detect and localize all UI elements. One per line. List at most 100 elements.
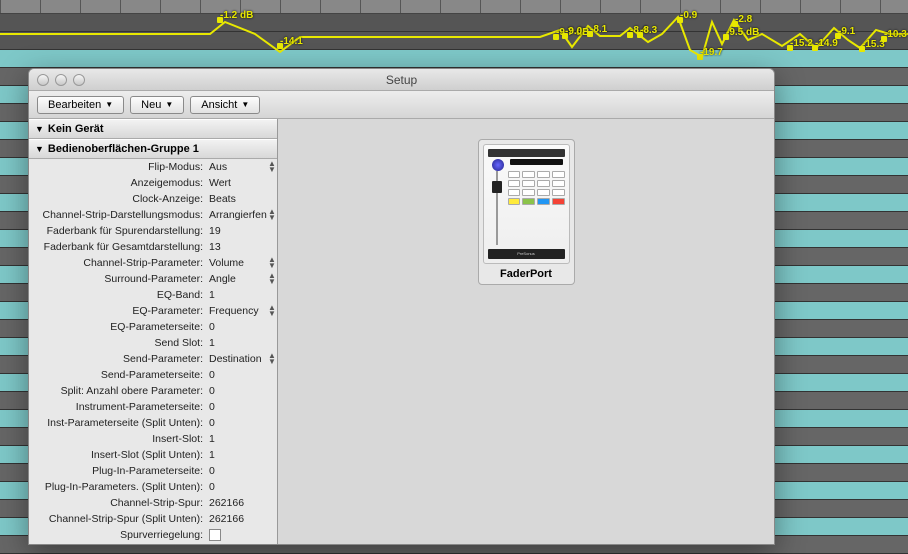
param-label: Insert-Slot: [29, 433, 207, 445]
param-value[interactable]: Frequency [207, 305, 267, 317]
param-row[interactable]: Channel-Strip-Parameter:Volume [29, 255, 277, 271]
param-value[interactable]: 19 [207, 225, 267, 237]
param-value[interactable]: 262166 [207, 513, 267, 525]
param-row[interactable]: Channel-Strip-Spur (Split Unten):262166 [29, 511, 277, 527]
stepper-arrows-icon[interactable] [267, 257, 277, 269]
window-titlebar[interactable]: Setup [29, 69, 774, 91]
param-row[interactable]: Channel-Strip-Spur:262166 [29, 495, 277, 511]
param-row[interactable]: Channel-Strip-Darstellungsmodus:Arrangie… [29, 207, 277, 223]
chevron-down-icon: ▼ [241, 100, 249, 109]
param-row[interactable]: Plug-In-Parameters. (Split Unten):0 [29, 479, 277, 495]
param-label: Insert-Slot (Split Unten): [29, 449, 207, 461]
param-label: Faderbank für Spurendarstellung: [29, 225, 207, 237]
disclosure-triangle-icon: ▼ [35, 124, 44, 134]
param-row[interactable]: Insert-Slot (Split Unten):1 [29, 447, 277, 463]
param-value[interactable]: 1 [207, 337, 267, 349]
param-label: Plug-In-Parameterseite: [29, 465, 207, 477]
param-value[interactable]: 0 [207, 417, 267, 429]
param-value[interactable]: 262166 [207, 497, 267, 509]
param-label: Surround-Parameter: [29, 273, 207, 285]
param-value[interactable]: 0 [207, 321, 267, 333]
param-row[interactable]: Faderbank für Gesamtdarstellung:13 [29, 239, 277, 255]
new-menu-label: Neu [141, 99, 161, 111]
param-value[interactable]: Destination [207, 353, 267, 365]
param-value[interactable]: 0 [207, 369, 267, 381]
param-row[interactable]: Send-Parameter:Destination [29, 351, 277, 367]
section-label: Bedienoberflächen-Gruppe 1 [48, 143, 199, 155]
parameter-list: Flip-Modus:AusAnzeigemodus:WertClock-Anz… [29, 159, 277, 543]
param-row[interactable]: Spurverriegelung: [29, 527, 277, 543]
param-row[interactable]: Send-Parameterseite:0 [29, 367, 277, 383]
param-label: Instrument-Parameterseite: [29, 401, 207, 413]
stepper-arrows-icon[interactable] [267, 353, 277, 365]
param-row[interactable]: Inst-Parameterseite (Split Unten):0 [29, 415, 277, 431]
edit-menu-button[interactable]: Bearbeiten ▼ [37, 96, 124, 114]
param-value[interactable]: Beats [207, 193, 267, 205]
param-checkbox[interactable] [209, 529, 221, 541]
stepper-arrows-icon[interactable] [267, 161, 277, 173]
param-value[interactable]: 1 [207, 433, 267, 445]
new-menu-button[interactable]: Neu ▼ [130, 96, 184, 114]
param-label: Send-Parameterseite: [29, 369, 207, 381]
param-row[interactable]: Insert-Slot:1 [29, 431, 277, 447]
param-row[interactable]: EQ-Band:1 [29, 287, 277, 303]
param-value[interactable]: 0 [207, 385, 267, 397]
param-value[interactable]: 0 [207, 465, 267, 477]
window-toolbar: Bearbeiten ▼ Neu ▼ Ansicht ▼ [29, 91, 774, 119]
param-row[interactable]: Surround-Parameter:Angle [29, 271, 277, 287]
param-label: Channel-Strip-Darstellungsmodus: [29, 209, 207, 221]
param-value[interactable]: 0 [207, 481, 267, 493]
param-value[interactable]: Volume [207, 257, 267, 269]
param-label: EQ-Parameterseite: [29, 321, 207, 333]
section-no-device[interactable]: ▼ Kein Gerät [29, 119, 277, 139]
param-value[interactable]: Arrangierfenst. [207, 209, 267, 221]
param-label: Plug-In-Parameters. (Split Unten): [29, 481, 207, 493]
stepper-arrows-icon[interactable] [267, 273, 277, 285]
param-value[interactable]: Angle [207, 273, 267, 285]
param-label: Channel-Strip-Spur (Split Unten): [29, 513, 207, 525]
device-canvas[interactable]: PreSonus FaderPort [278, 119, 774, 544]
param-row[interactable]: Clock-Anzeige:Beats [29, 191, 277, 207]
param-value[interactable]: 13 [207, 241, 267, 253]
param-label: Spurverriegelung: [29, 529, 207, 541]
param-label: Send Slot: [29, 337, 207, 349]
param-value[interactable]: 1 [207, 449, 267, 461]
param-label: Send-Parameter: [29, 353, 207, 365]
param-label: Inst-Parameterseite (Split Unten): [29, 417, 207, 429]
param-label: EQ-Parameter: [29, 305, 207, 317]
sidebar[interactable]: ▼ Kein Gerät ▼ Bedienoberflächen-Gruppe … [29, 119, 278, 544]
param-label: EQ-Band: [29, 289, 207, 301]
param-value[interactable]: 1 [207, 289, 267, 301]
param-label: Channel-Strip-Spur: [29, 497, 207, 509]
param-row[interactable]: Faderbank für Spurendarstellung:19 [29, 223, 277, 239]
section-label: Kein Gerät [48, 123, 104, 135]
device-thumbnail: PreSonus [483, 144, 570, 264]
param-row[interactable]: Plug-In-Parameterseite:0 [29, 463, 277, 479]
param-label: Split: Anzahl obere Parameter: [29, 385, 207, 397]
param-row[interactable]: Send Slot:1 [29, 335, 277, 351]
param-label: Faderbank für Gesamtdarstellung: [29, 241, 207, 253]
param-label: Clock-Anzeige: [29, 193, 207, 205]
param-value[interactable]: 0 [207, 401, 267, 413]
param-row[interactable]: EQ-Parameterseite:0 [29, 319, 277, 335]
param-value[interactable]: Aus [207, 161, 267, 173]
section-control-surface-group[interactable]: ▼ Bedienoberflächen-Gruppe 1 [29, 139, 277, 159]
param-label: Flip-Modus: [29, 161, 207, 173]
param-row[interactable]: EQ-Parameter:Frequency [29, 303, 277, 319]
chevron-down-icon: ▼ [165, 100, 173, 109]
param-row[interactable]: Instrument-Parameterseite:0 [29, 399, 277, 415]
param-row[interactable]: Split: Anzahl obere Parameter:0 [29, 383, 277, 399]
stepper-arrows-icon[interactable] [267, 209, 277, 221]
param-row[interactable]: Flip-Modus:Aus [29, 159, 277, 175]
window-title: Setup [29, 73, 774, 87]
setup-window: Setup Bearbeiten ▼ Neu ▼ Ansicht ▼ ▼ Kei… [28, 68, 775, 545]
view-menu-button[interactable]: Ansicht ▼ [190, 96, 260, 114]
param-value[interactable]: Wert [207, 177, 267, 189]
timeline-ruler[interactable] [0, 0, 908, 14]
stepper-arrows-icon[interactable] [267, 305, 277, 317]
param-row[interactable]: Anzeigemodus:Wert [29, 175, 277, 191]
device-caption: FaderPort [483, 268, 570, 280]
param-label: Anzeigemodus: [29, 177, 207, 189]
device-card-faderport[interactable]: PreSonus FaderPort [478, 139, 575, 285]
chevron-down-icon: ▼ [105, 100, 113, 109]
